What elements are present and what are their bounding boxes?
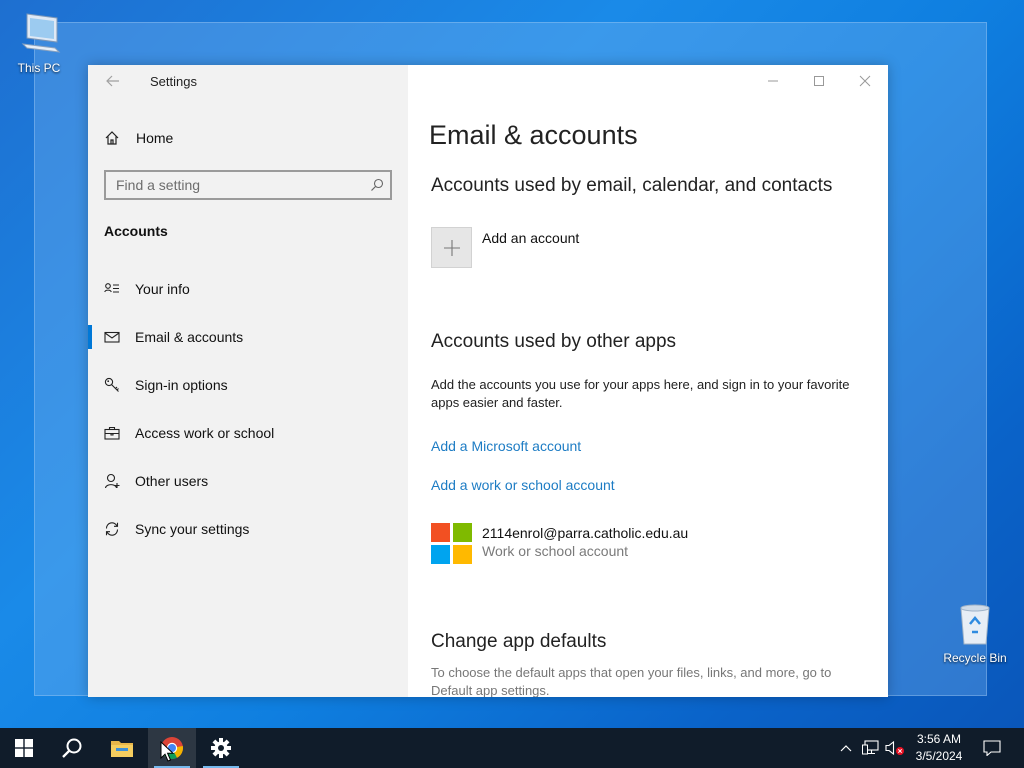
folder-icon [111, 741, 133, 757]
key-icon [104, 377, 120, 393]
maximize-icon [814, 76, 824, 86]
network-icon [862, 740, 879, 755]
sidebar-item-sync-settings[interactable]: Sync your settings [88, 505, 408, 553]
clock-time: 3:56 AM [916, 732, 962, 746]
app-defaults-heading: Change app defaults [431, 631, 607, 652]
windows-logo-icon [15, 739, 33, 757]
notification-icon [983, 740, 1001, 756]
volume-muted-icon [885, 740, 904, 756]
contact-card-icon [104, 281, 120, 297]
home-nav-item[interactable]: Home [104, 127, 173, 149]
settings-taskbar-button[interactable] [197, 728, 245, 768]
home-icon [105, 131, 119, 145]
sidebar-item-label: Sign-in options [135, 377, 228, 393]
app-defaults-description: To choose the default apps that open you… [431, 665, 832, 697]
plus-icon [443, 239, 460, 256]
chevron-up-icon [840, 745, 852, 752]
recycle-bin-label: Recycle Bin [943, 651, 1007, 665]
show-hidden-icons-button[interactable] [836, 728, 856, 768]
sidebar-item-label: Email & accounts [135, 329, 244, 345]
back-arrow-icon [106, 75, 119, 87]
sidebar-item-access-work-school[interactable]: Access work or school [88, 409, 408, 457]
sidebar-item-other-users[interactable]: Other users [88, 457, 408, 505]
minimize-icon [768, 80, 778, 82]
window-controls [750, 65, 888, 97]
accounts-nav: Your info Email & accounts Sign-in optio… [88, 265, 408, 553]
search-button[interactable] [48, 728, 96, 768]
search-icon [62, 738, 82, 758]
start-button[interactable] [0, 728, 48, 768]
home-label: Home [136, 130, 174, 146]
sidebar-item-label: Sync your settings [135, 521, 250, 537]
file-explorer-button[interactable] [98, 728, 146, 768]
add-account-button[interactable]: Add an account [431, 227, 579, 268]
settings-window: Settings Home Accounts [88, 65, 888, 697]
account-email: 2114enrol@parra.catholic.edu.au [482, 525, 689, 541]
settings-search-box[interactable] [104, 170, 392, 200]
close-icon [859, 75, 871, 87]
clock-date: 3/5/2024 [915, 749, 963, 763]
back-button[interactable] [102, 73, 124, 93]
recycle-bin-icon [940, 602, 1010, 649]
computer-icon [4, 10, 74, 59]
volume-tray-button[interactable] [884, 728, 906, 768]
add-account-label: Add an account [482, 230, 580, 246]
recycle-bin-desktop-icon[interactable]: Recycle Bin [940, 602, 1010, 665]
briefcase-icon [104, 425, 120, 441]
maximize-button[interactable] [796, 65, 842, 97]
person-icon [104, 473, 120, 489]
other-apps-heading: Accounts used by other apps [431, 331, 677, 352]
account-type: Work or school account [482, 543, 629, 559]
taskbar: 3:56 AM 3/5/2024 [0, 728, 1024, 768]
sidebar-item-label: Your info [135, 281, 190, 297]
mail-icon [104, 329, 120, 345]
action-center-button[interactable] [978, 728, 1006, 768]
close-button[interactable] [842, 65, 888, 97]
add-tile [431, 227, 472, 268]
add-microsoft-account-link[interactable]: Add a Microsoft account [431, 438, 581, 454]
sidebar-item-your-info[interactable]: Your info [88, 265, 408, 313]
settings-main-pane: Email & accounts Accounts used by email,… [408, 65, 888, 697]
window-title: Settings [150, 74, 197, 89]
sync-icon [104, 521, 120, 537]
sidebar-item-label: Access work or school [135, 425, 275, 441]
sidebar-item-label: Other users [135, 473, 209, 489]
page-title: Email & accounts [429, 120, 638, 150]
sidebar-item-email-accounts[interactable]: Email & accounts [88, 313, 408, 361]
microsoft-logo-icon [431, 523, 472, 564]
other-apps-description: Add the accounts you use for your apps h… [431, 377, 850, 410]
email-accounts-heading: Accounts used by email, calendar, and co… [431, 175, 833, 196]
settings-sidebar: Settings Home Accounts [88, 65, 408, 697]
this-pc-label: This PC [17, 61, 61, 75]
work-school-account-item[interactable]: 2114enrol@parra.catholic.edu.au Work or … [431, 523, 688, 564]
gear-icon [211, 738, 231, 758]
search-icon[interactable] [364, 178, 390, 192]
sidebar-item-sign-in-options[interactable]: Sign-in options [88, 361, 408, 409]
network-tray-button[interactable] [860, 728, 882, 768]
mouse-cursor-icon [160, 741, 174, 762]
search-input[interactable] [106, 172, 364, 198]
taskbar-clock[interactable]: 3:56 AM 3/5/2024 [908, 731, 970, 765]
minimize-button[interactable] [750, 65, 796, 97]
this-pc-desktop-icon[interactable]: This PC [4, 10, 74, 75]
add-work-school-account-link[interactable]: Add a work or school account [431, 477, 615, 493]
sidebar-section-heading: Accounts [104, 223, 168, 239]
